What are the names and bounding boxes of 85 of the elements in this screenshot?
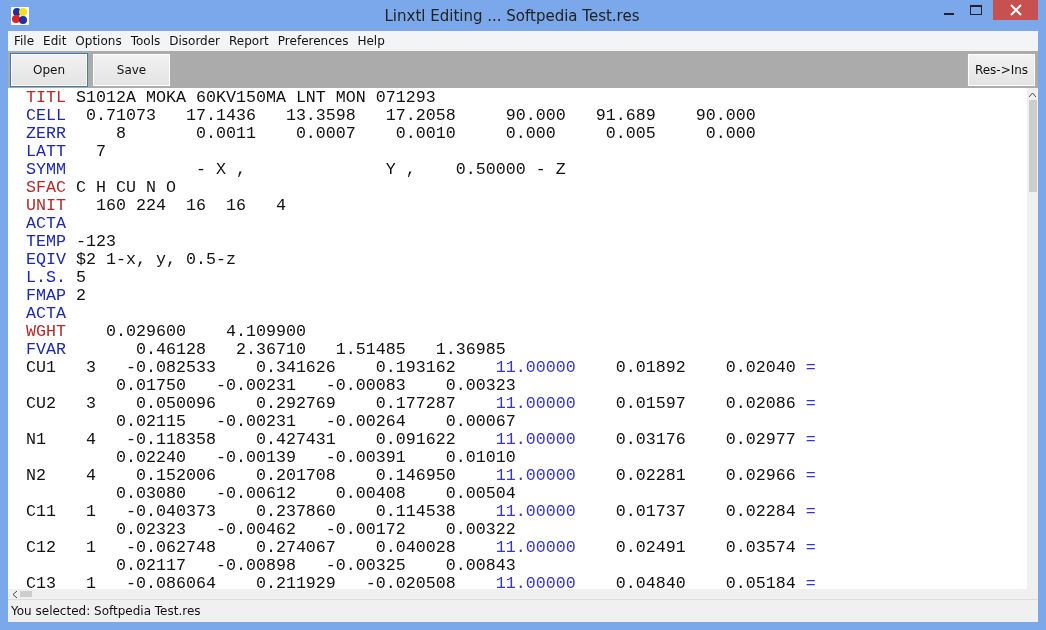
code-text: 11.00000 xyxy=(495,574,576,589)
code-text: $2 1-x, y, 0.5-z xyxy=(74,250,236,269)
code-text: ACTA xyxy=(26,214,66,233)
menu-item[interactable]: Options xyxy=(75,34,128,48)
menu-item[interactable]: Help xyxy=(357,34,391,48)
scroll-thumb[interactable] xyxy=(1028,100,1037,192)
horizontal-scrollbar[interactable] xyxy=(8,589,1038,599)
code-text: N1 4 -0.118358 0.427431 0.091622 xyxy=(26,430,457,449)
code-text: 0.02281 0.02966 xyxy=(614,466,797,485)
code-text: 0.02240 -0.00139 -0.00391 0.01010 xyxy=(114,448,516,467)
code-text: = xyxy=(805,502,816,521)
code-text: UNIT xyxy=(26,196,66,215)
code-text: = xyxy=(805,394,816,413)
code-text: CU1 3 -0.082533 0.341626 0.193162 xyxy=(26,358,457,377)
code-text: WGHT xyxy=(26,322,66,341)
code-text: 11.00000 xyxy=(495,358,576,377)
code-text: SFAC xyxy=(26,178,66,197)
menu-item[interactable]: Disorder xyxy=(169,34,227,48)
code-text: C H CU N O xyxy=(74,178,176,197)
code-text: 0.04840 0.05184 xyxy=(614,574,797,589)
code-text: = xyxy=(805,430,816,449)
toolbar-button[interactable]: Open xyxy=(10,52,88,87)
code-text: 0.01892 0.02040 xyxy=(614,358,797,377)
code-text: ACTA xyxy=(26,304,66,323)
toolbar-button[interactable]: Save xyxy=(92,52,171,87)
status-text: You selected: Softpedia Test.res xyxy=(11,604,201,618)
code-text: 0.03176 0.02977 xyxy=(614,430,797,449)
code-text: 2 xyxy=(74,286,86,305)
code-text: = xyxy=(805,358,816,377)
code-text: 0.03080 -0.00612 0.00408 0.00504 xyxy=(114,484,516,503)
code-text: FVAR xyxy=(26,340,66,359)
code-text: 11.00000 xyxy=(495,466,576,485)
maximize-icon xyxy=(969,5,982,15)
code-text: 0.01597 0.02086 xyxy=(614,394,797,413)
code-text: - X , Y , 0.50000 - Z xyxy=(194,160,566,179)
code-text: 0.02323 -0.00462 -0.00172 0.00322 xyxy=(114,520,516,539)
code-text: L.S. xyxy=(26,268,66,287)
code-text: CELL xyxy=(26,106,66,125)
window-title: Linxtl Editing ... Softpedia Test.res xyxy=(383,6,641,25)
code-text: 0.02491 0.03574 xyxy=(614,538,797,557)
code-text: 11.00000 xyxy=(495,430,576,449)
code-text: 7 xyxy=(94,142,106,161)
menu-item[interactable]: Report xyxy=(229,34,275,48)
code-text: 11.00000 xyxy=(495,538,576,557)
menu-item[interactable]: Edit xyxy=(43,34,73,48)
code-text: = xyxy=(805,574,816,589)
menu-item[interactable]: Preferences xyxy=(277,34,355,48)
code-text: 0.01737 0.02284 xyxy=(614,502,797,521)
code-text: C11 1 -0.040373 0.237860 0.114538 xyxy=(26,502,457,521)
code-text: CU2 3 0.050096 0.292769 0.177287 xyxy=(26,394,457,413)
code-text: 0.46128 2.36710 1.51485 1.36985 xyxy=(134,340,506,359)
close-button[interactable] xyxy=(993,0,1038,20)
code-text: SYMM xyxy=(26,160,66,179)
code-text: 11.00000 xyxy=(495,394,576,413)
menu-item[interactable]: File xyxy=(14,34,41,48)
code-text: EQIV xyxy=(26,250,66,269)
scroll-thumb[interactable] xyxy=(20,591,32,597)
menu-item[interactable]: Tools xyxy=(130,34,167,48)
code-text: = xyxy=(805,466,816,485)
code-text: 0.029600 4.109900 xyxy=(104,322,306,341)
code-text: 8 0.0011 0.0007 0.0010 0.000 0.005 0.000 xyxy=(114,124,756,143)
minimize-icon xyxy=(943,12,954,15)
code-text: S1012A MOKA 60KV150MA LNT MON 071293 xyxy=(74,88,436,107)
code-text: ZERR xyxy=(26,124,66,143)
toolbar-button[interactable]: Res->Ins xyxy=(967,52,1036,87)
code-text: 11.00000 xyxy=(495,502,576,521)
code-text: 160 224 16 16 4 xyxy=(94,196,286,215)
close-icon xyxy=(1009,4,1022,16)
code-text: 0.71073 17.1436 13.3598 17.2058 90.000 91.689 90.000 xyxy=(84,106,756,125)
code-text: TEMP xyxy=(26,232,66,251)
code-text: = xyxy=(805,538,816,557)
code-text: -123 xyxy=(74,232,116,251)
code-text: C12 1 -0.062748 0.274067 0.040028 xyxy=(26,538,457,557)
app-icon xyxy=(11,6,29,25)
code-text: 5 xyxy=(74,268,86,287)
vertical-scrollbar[interactable] xyxy=(1027,88,1038,589)
code-text: 0.02115 -0.00231 -0.00264 0.00067 xyxy=(114,412,516,431)
code-text: 0.02117 -0.00898 -0.00325 0.00843 xyxy=(114,556,516,575)
code-text: TITL xyxy=(26,88,66,107)
code-text: N2 4 0.152006 0.201708 0.146950 xyxy=(26,466,457,485)
code-text: LATT xyxy=(26,142,66,161)
code-text: FMAP xyxy=(26,286,66,305)
text-editor[interactable] xyxy=(8,88,1038,599)
code-text: C13 1 -0.086064 0.211929 -0.020508 xyxy=(26,574,457,589)
code-text: 0.01750 -0.00231 -0.00083 0.00323 xyxy=(114,376,516,395)
